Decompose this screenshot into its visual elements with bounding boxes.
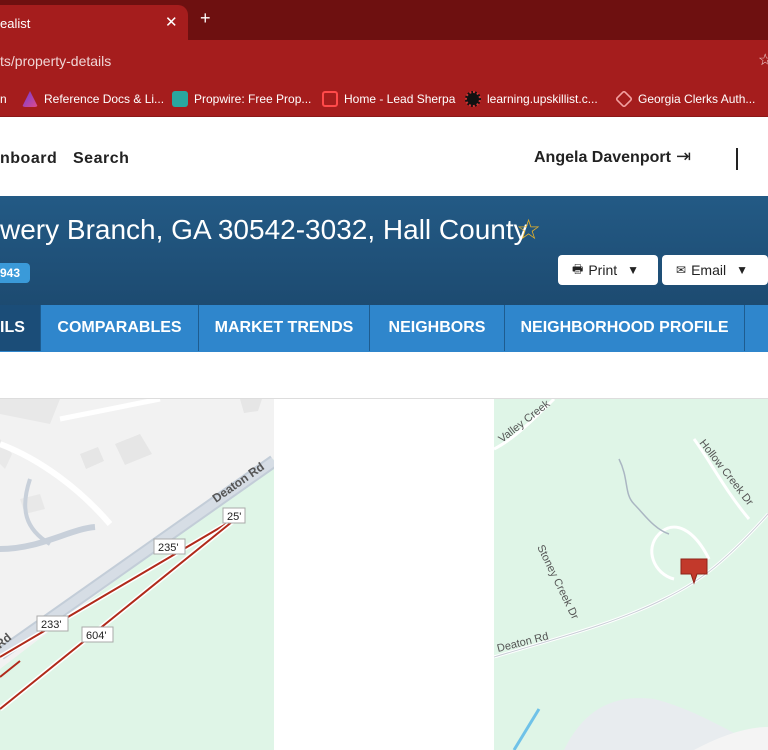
- printer-icon: 🖶: [572, 261, 584, 276]
- locator-map[interactable]: Valley Creek Hollow Creek Dr Stoney Cree…: [494, 399, 768, 750]
- tab-neighbors[interactable]: NEIGHBORS: [370, 305, 505, 351]
- dimension-label: 25': [222, 507, 246, 524]
- header-divider: [736, 148, 738, 170]
- dimension-text: 235': [158, 542, 178, 554]
- chevron-down-icon: ▼: [736, 263, 748, 277]
- tab-details[interactable]: ILS: [0, 305, 41, 351]
- logout-icon[interactable]: ⇥: [676, 146, 691, 167]
- property-address: wery Branch, GA 30542-3032, Hall County: [0, 214, 528, 245]
- property-id-badge: 943: [0, 263, 30, 283]
- upskillist-icon: [465, 91, 481, 107]
- property-banner: wery Branch, GA 30542-3032, Hall County …: [0, 196, 768, 352]
- bookmark-label: n: [0, 92, 7, 106]
- tab-label: MARKET TRENDS: [214, 319, 354, 336]
- parcel-map-svg: Deaton Rd Rd 25' 235' 233' 604': [0, 399, 274, 750]
- tab-label: ILS: [0, 319, 25, 336]
- dimension-text: 604': [86, 630, 106, 642]
- bookmark-item-lead-sherpa[interactable]: Home - Lead Sherpa: [322, 90, 455, 108]
- dimension-label: 604': [81, 626, 114, 643]
- property-tabs: ILS COMPARABLES MARKET TRENDS NEIGHBORS …: [0, 305, 768, 352]
- tab-market-trends[interactable]: MARKET TRENDS: [199, 305, 370, 351]
- bookmark-label: Georgia Clerks Auth...: [638, 92, 756, 106]
- locator-map-svg: Valley Creek Hollow Creek Dr Stoney Cree…: [494, 399, 768, 750]
- bookmark-item-1[interactable]: n: [0, 90, 7, 108]
- bookmark-item-upskillist[interactable]: learning.upskillist.c...: [465, 90, 598, 108]
- email-button[interactable]: ✉ Email ▼: [662, 255, 768, 285]
- tab-comparables[interactable]: COMPARABLES: [41, 305, 199, 351]
- dimension-label: 235': [153, 538, 186, 555]
- tab-label: NEIGHBORS: [388, 319, 486, 336]
- bookmark-label: Reference Docs & Li...: [44, 92, 165, 106]
- email-label: Email: [691, 262, 727, 278]
- print-button[interactable]: 🖶 Print ▼: [558, 255, 658, 285]
- lead-sherpa-icon: [322, 91, 338, 107]
- dimension-text: 233': [41, 619, 61, 631]
- georgia-clerks-icon: [614, 89, 634, 109]
- app-header: nboard Search Angela Davenport ⇥: [0, 118, 768, 196]
- bookmark-label: Propwire: Free Prop...: [194, 92, 312, 106]
- bookmark-label: learning.upskillist.c...: [487, 92, 598, 106]
- chevron-down-icon: ▼: [627, 263, 640, 277]
- nav-dashboard[interactable]: nboard: [0, 150, 57, 168]
- docs-icon: [22, 91, 38, 107]
- bookmark-star-icon[interactable]: ☆: [758, 50, 768, 70]
- browser-tab-strip: ealist ✕ +: [0, 0, 768, 40]
- print-label: Print: [588, 262, 618, 278]
- bookmark-item-reference-docs[interactable]: Reference Docs & Li...: [22, 90, 164, 108]
- address-bar[interactable]: ts/property-details ☆: [0, 40, 768, 80]
- tab-more[interactable]: [745, 305, 768, 351]
- bookmarks-bar: n Reference Docs & Li... Propwire: Free …: [0, 80, 768, 117]
- dimension-label: 233': [36, 615, 69, 632]
- tab-close-icon[interactable]: ✕: [165, 13, 178, 31]
- browser-tab[interactable]: ealist ✕: [0, 5, 188, 40]
- new-tab-icon[interactable]: +: [200, 8, 211, 29]
- content-area: Deaton Rd Rd 25' 235' 233' 604' Valley C…: [0, 352, 768, 750]
- parcel-map[interactable]: Deaton Rd Rd 25' 235' 233' 604': [0, 399, 274, 750]
- favorite-star-icon[interactable]: ☆: [516, 213, 541, 246]
- bookmark-item-georgia-clerks[interactable]: Georgia Clerks Auth...: [614, 89, 756, 109]
- nav-search[interactable]: Search: [73, 150, 129, 168]
- browser-tab-title: ealist: [0, 16, 31, 31]
- tab-label: NEIGHBORHOOD PROFILE: [520, 319, 729, 336]
- property-id-text: 943: [0, 266, 21, 280]
- envelope-icon: ✉: [676, 263, 687, 277]
- user-name[interactable]: Angela Davenport: [534, 149, 671, 167]
- propwire-icon: [172, 91, 188, 107]
- dimension-text: 25': [227, 511, 241, 523]
- url-text[interactable]: ts/property-details: [0, 53, 111, 69]
- bookmark-label: Home - Lead Sherpa: [344, 92, 456, 106]
- tab-label: COMPARABLES: [57, 319, 182, 336]
- tab-neighborhood-profile[interactable]: NEIGHBORHOOD PROFILE: [505, 305, 745, 351]
- bookmark-item-propwire[interactable]: Propwire: Free Prop...: [172, 90, 311, 108]
